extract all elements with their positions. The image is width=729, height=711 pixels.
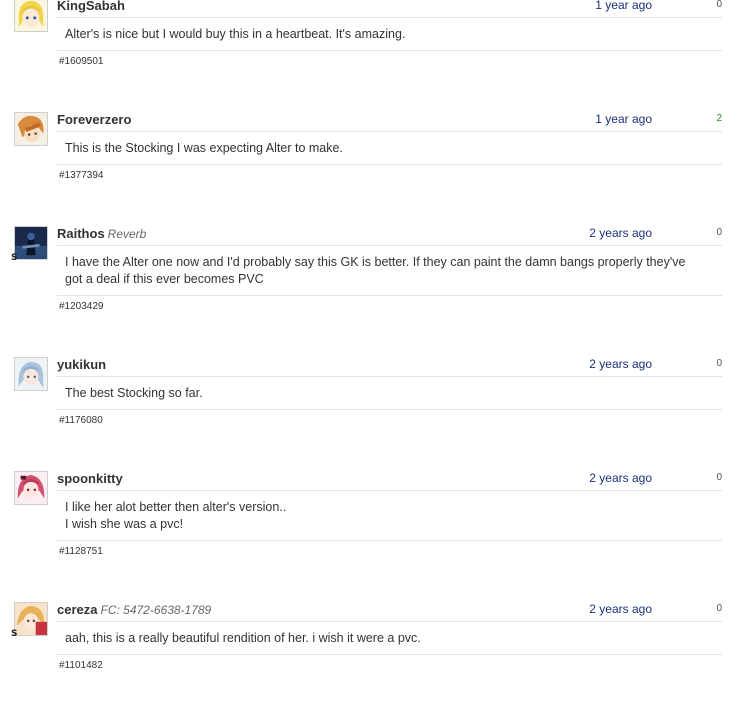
- comment-line: I have the Alter one now and I'd probabl…: [65, 255, 686, 269]
- user-avatar[interactable]: [14, 226, 48, 260]
- comment-divider: [57, 17, 722, 18]
- user-tagline: Reverb: [107, 227, 147, 241]
- comment-divider: [57, 164, 722, 165]
- comment-timestamp[interactable]: 1 year ago: [560, 112, 652, 126]
- comment-divider: [57, 409, 722, 410]
- comment-body: I have the Alter one now and I'd probabl…: [65, 254, 720, 288]
- comment-timestamp[interactable]: 1 year ago: [560, 0, 652, 12]
- user-avatar[interactable]: [14, 471, 48, 505]
- username-text[interactable]: Foreverzero: [57, 112, 131, 127]
- comment-score: 0: [716, 603, 722, 614]
- comment-divider: [57, 540, 722, 541]
- supporter-badge: S: [11, 629, 18, 639]
- comment-timestamp[interactable]: 2 years ago: [560, 471, 652, 485]
- user-avatar[interactable]: [14, 0, 48, 32]
- comment-id[interactable]: #1377394: [59, 170, 104, 181]
- comment-line: Alter's is nice but I would buy this in …: [65, 27, 406, 41]
- comment-id[interactable]: #1203429: [59, 301, 104, 312]
- comment-id[interactable]: #1176080: [59, 415, 103, 426]
- comment-timestamp[interactable]: 2 years ago: [560, 226, 652, 240]
- username-text[interactable]: spoonkitty: [57, 471, 123, 486]
- comment-score: 0: [716, 358, 722, 369]
- comment-body: I like her alot better then alter's vers…: [65, 499, 720, 533]
- light-blue-haired-avatar-icon: [15, 358, 47, 390]
- comment-divider: [57, 131, 722, 132]
- blonde-red-avatar-icon: [15, 603, 47, 635]
- comment-line: This is the Stocking I was expecting Alt…: [65, 141, 343, 155]
- dark-blue-figure-avatar-icon: [15, 227, 47, 259]
- comment-divider: [57, 245, 722, 246]
- username-text[interactable]: KingSabah: [57, 0, 125, 13]
- comment-score: 2: [716, 113, 722, 124]
- comment-timestamp[interactable]: 2 years ago: [560, 602, 652, 616]
- orange-haired-avatar-icon: [15, 113, 47, 145]
- user-avatar[interactable]: [14, 112, 48, 146]
- comment-timestamp[interactable]: 2 years ago: [560, 357, 652, 371]
- comment-username[interactable]: spoonkitty: [57, 471, 123, 486]
- comment-username[interactable]: Foreverzero: [57, 112, 131, 127]
- comment-username[interactable]: yukikun: [57, 357, 106, 372]
- comment-line: I wish she was a pvc!: [65, 517, 184, 531]
- comment-id[interactable]: #1101482: [59, 660, 103, 671]
- comment-body: Alter's is nice but I would buy this in …: [65, 26, 720, 43]
- comment-line: The best Stocking so far.: [65, 386, 203, 400]
- comment-score: 0: [716, 227, 722, 238]
- comment-score: 0: [716, 472, 722, 483]
- comment-body: This is the Stocking I was expecting Alt…: [65, 140, 720, 157]
- comment-divider: [57, 654, 722, 655]
- supporter-badge: S: [11, 253, 18, 263]
- comment-id[interactable]: #1609501: [59, 56, 104, 67]
- comment-body: The best Stocking so far.: [65, 385, 720, 402]
- comment-divider: [57, 490, 722, 491]
- comment-line: aah, this is a really beautiful renditio…: [65, 631, 421, 645]
- blonde-anime-girl-avatar-icon: [15, 0, 47, 31]
- comment-body: aah, this is a really beautiful renditio…: [65, 630, 720, 647]
- pink-haired-avatar-icon: [15, 472, 47, 504]
- comment-score: 0: [716, 0, 722, 10]
- user-avatar[interactable]: [14, 357, 48, 391]
- username-text[interactable]: yukikun: [57, 357, 106, 372]
- comment-divider: [57, 376, 722, 377]
- user-tagline: FC: 5472-6638-1789: [100, 603, 212, 617]
- comment-divider: [57, 621, 722, 622]
- comment-username[interactable]: cereza FC: 5472-6638-1789: [57, 602, 211, 617]
- comment-line: I like her alot better then alter's vers…: [65, 500, 287, 514]
- comment-username[interactable]: KingSabah: [57, 0, 125, 13]
- username-text[interactable]: Raithos: [57, 226, 105, 241]
- user-avatar[interactable]: [14, 602, 48, 636]
- comment-divider: [57, 295, 722, 296]
- comment-line: got a deal if this ever becomes PVC: [65, 272, 264, 286]
- username-text[interactable]: cereza: [57, 602, 97, 617]
- comment-username[interactable]: Raithos Reverb: [57, 226, 146, 241]
- comment-divider: [57, 50, 722, 51]
- comment-id[interactable]: #1128751: [59, 546, 103, 557]
